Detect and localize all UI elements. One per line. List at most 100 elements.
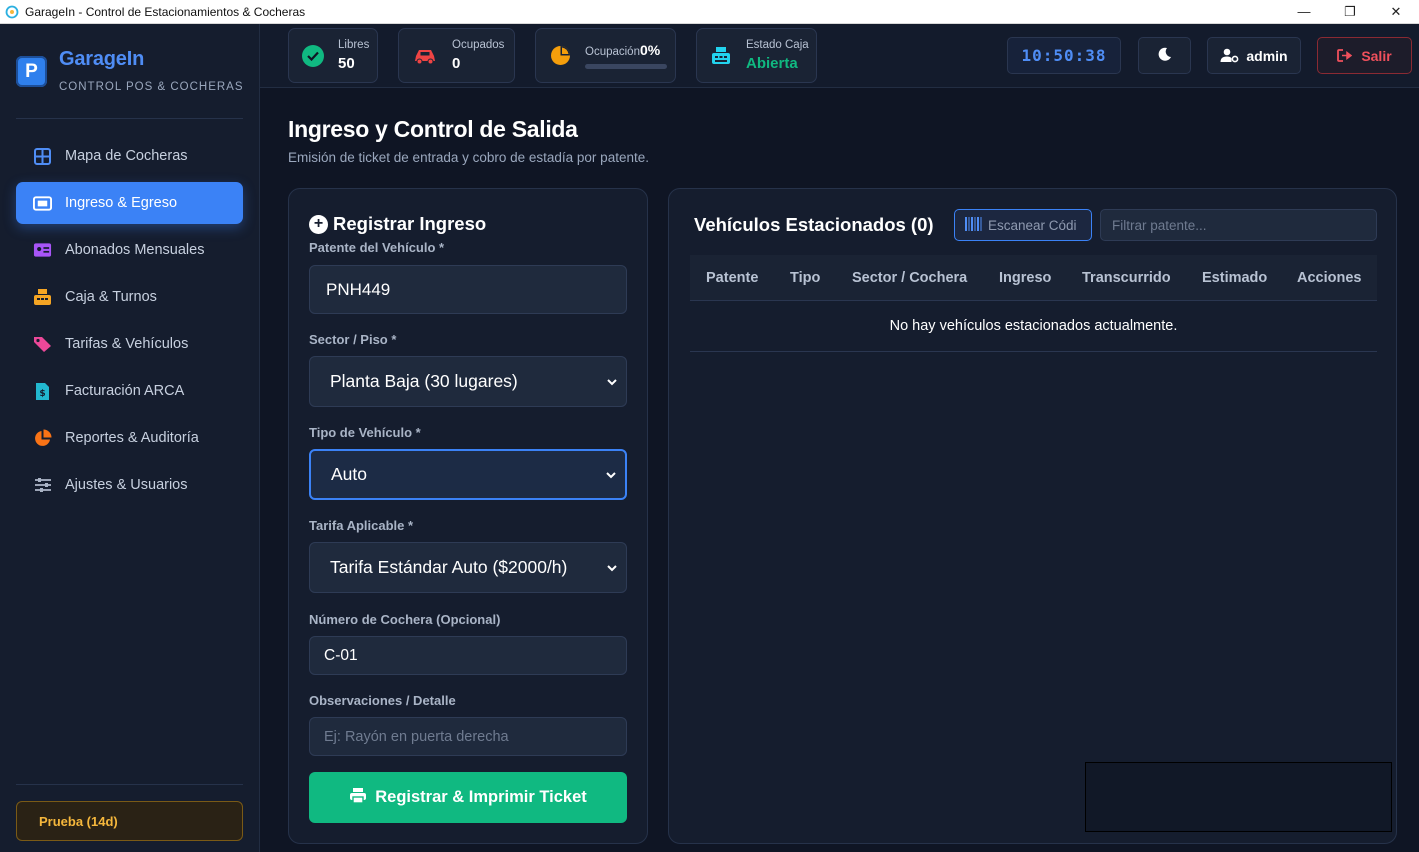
vehicle-type-value: Auto — [331, 464, 367, 484]
stat-value: 0% — [639, 42, 661, 58]
stat-label: Libres — [338, 39, 370, 51]
sidebar-divider — [16, 118, 243, 119]
rate-value: Tarifa Estándar Auto ($2000/h) — [330, 557, 568, 577]
sector-label: Sector / Piso * — [309, 332, 397, 347]
cash-register-icon — [33, 288, 52, 307]
window-title: GarageIn - Control de Estacionamientos &… — [25, 4, 306, 19]
plate-filter-input[interactable]: Filtrar patente... — [1100, 209, 1377, 241]
chevron-down-icon — [606, 471, 616, 478]
sidebar-item-ingreso[interactable]: Ingreso & Egreso — [16, 182, 243, 224]
notes-input[interactable]: Ej: Rayón en puerta derecha — [309, 717, 627, 756]
plate-label: Patente del Vehículo * — [309, 240, 445, 255]
stat-ocupacion: Ocupación 0% — [535, 28, 676, 83]
svg-text:$: $ — [39, 389, 45, 399]
column-header[interactable]: Ingreso — [999, 270, 1051, 286]
maximize-button[interactable]: ❐ — [1327, 0, 1373, 24]
sign-out-icon — [1337, 49, 1353, 62]
sidebar-item-label: Ajustes & Usuarios — [65, 477, 188, 493]
sidebar-item-caja[interactable]: Caja & Turnos — [16, 276, 243, 318]
table-header: Patente Tipo Sector / Cochera Ingreso Tr… — [690, 255, 1377, 301]
register-entry-card: + Registrar Ingreso Patente del Vehículo… — [288, 188, 648, 844]
theme-toggle-button[interactable] — [1138, 37, 1191, 74]
brand-name: GarageIn — [59, 48, 145, 70]
invoice-icon: $ — [33, 382, 52, 401]
sidebar-divider — [16, 784, 243, 785]
column-header[interactable]: Estimado — [1202, 270, 1267, 286]
parked-vehicles-title: Vehículos Estacionados (0) — [694, 214, 934, 235]
barcode-icon — [965, 216, 982, 234]
rate-select[interactable]: Tarifa Estándar Auto ($2000/h) — [309, 542, 627, 593]
sidebar-item-facturacion[interactable]: $ Facturación ARCA — [16, 370, 243, 412]
sidebar-item-abonados[interactable]: Abonados Mensuales — [16, 229, 243, 271]
sidebar-item-label: Tarifas & Vehículos — [65, 336, 189, 352]
barcode-scan-input[interactable]: Escanear Códi — [954, 209, 1092, 241]
logout-button[interactable]: Salir — [1317, 37, 1412, 74]
sidebar-item-label: Reportes & Auditoría — [65, 430, 199, 446]
app-icon — [5, 5, 19, 18]
trial-badge[interactable]: Prueba (14d) — [16, 801, 243, 841]
sector-select[interactable]: Planta Baja (30 lugares) — [309, 356, 627, 407]
user-name: admin — [1246, 47, 1288, 64]
vehicle-type-select[interactable]: Auto — [309, 449, 627, 500]
stat-value: Abierta — [746, 55, 798, 72]
sidebar-item-label: Caja & Turnos — [65, 289, 157, 305]
stat-value: 50 — [338, 55, 355, 72]
plate-input[interactable]: PNH449 — [309, 265, 627, 314]
stat-label: Ocupación — [585, 46, 640, 58]
tags-icon — [33, 335, 52, 354]
sidebar-item-reportes[interactable]: Reportes & Auditoría — [16, 417, 243, 459]
sidebar-item-label: Facturación ARCA — [65, 383, 185, 399]
id-card-icon — [33, 241, 52, 260]
minimize-button[interactable]: — — [1281, 0, 1327, 24]
pie-chart-icon — [549, 45, 571, 67]
window-titlebar: GarageIn - Control de Estacionamientos &… — [0, 0, 1419, 24]
brand: P GarageIn CONTROL POS & COCHERAS — [16, 48, 244, 93]
printer-icon — [349, 787, 367, 809]
stat-libres: Libres 50 — [288, 28, 378, 83]
column-header[interactable]: Patente — [706, 270, 758, 286]
spot-input[interactable]: C-01 — [309, 636, 627, 675]
column-header[interactable]: Acciones — [1297, 270, 1361, 286]
page-title: Ingreso y Control de Salida — [288, 116, 578, 142]
column-header[interactable]: Sector / Cochera — [852, 270, 967, 286]
sliders-icon — [33, 476, 52, 495]
register-print-ticket-button[interactable]: Registrar & Imprimir Ticket — [309, 772, 627, 823]
stat-value: 0 — [452, 55, 461, 72]
stat-ocupados: Ocupados 0 — [398, 28, 515, 83]
stat-label: Estado Caja — [746, 39, 809, 51]
stat-caja: Estado Caja Abierta — [696, 28, 817, 83]
table-empty-message: No hay vehículos estacionados actualment… — [690, 301, 1377, 352]
column-header[interactable]: Transcurrido — [1082, 270, 1171, 286]
sidebar-item-tarifas[interactable]: Tarifas & Vehículos — [16, 323, 243, 365]
scan-placeholder: Escanear Códi — [988, 217, 1077, 233]
submit-label: Registrar & Imprimir Ticket — [375, 788, 587, 806]
sector-value: Planta Baja (30 lugares) — [330, 371, 518, 391]
vehicle-type-label: Tipo de Vehículo * — [309, 425, 421, 440]
user-menu-button[interactable]: admin — [1207, 37, 1301, 74]
spot-label: Número de Cochera (Opcional) — [309, 612, 501, 627]
topbar: Libres 50 Ocupados 0 Ocupación 0% Estado Ca… — [260, 24, 1419, 88]
plus-circle-icon: + — [309, 214, 328, 234]
sidebar-item-label: Mapa de Cocheras — [65, 148, 188, 164]
form-title: + Registrar Ingreso — [309, 213, 486, 235]
sidebar-item-label: Abonados Mensuales — [65, 242, 205, 258]
stat-label: Ocupados — [452, 39, 505, 51]
sidebar-item-ajustes[interactable]: Ajustes & Usuarios — [16, 464, 243, 506]
close-button[interactable]: ✕ — [1373, 0, 1419, 24]
logout-label: Salir — [1361, 47, 1392, 64]
occupancy-progress-bar — [585, 64, 667, 69]
grid-icon — [33, 147, 52, 166]
car-icon — [412, 45, 438, 67]
check-circle-icon — [302, 44, 324, 67]
cash-register-icon — [710, 45, 732, 67]
sidebar-item-mapa[interactable]: Mapa de Cocheras — [16, 135, 243, 177]
notes-label: Observaciones / Detalle — [309, 693, 456, 708]
moon-icon — [1158, 47, 1172, 64]
column-header[interactable]: Tipo — [790, 270, 820, 286]
parked-vehicles-card: Vehículos Estacionados (0) Escanear Códi… — [668, 188, 1397, 844]
sidebar-item-label: Ingreso & Egreso — [65, 195, 178, 211]
clock: 10:50:38 — [1007, 37, 1121, 74]
ticket-icon — [33, 194, 52, 213]
form-title-text: Registrar Ingreso — [333, 213, 487, 234]
user-gear-icon — [1220, 48, 1239, 63]
